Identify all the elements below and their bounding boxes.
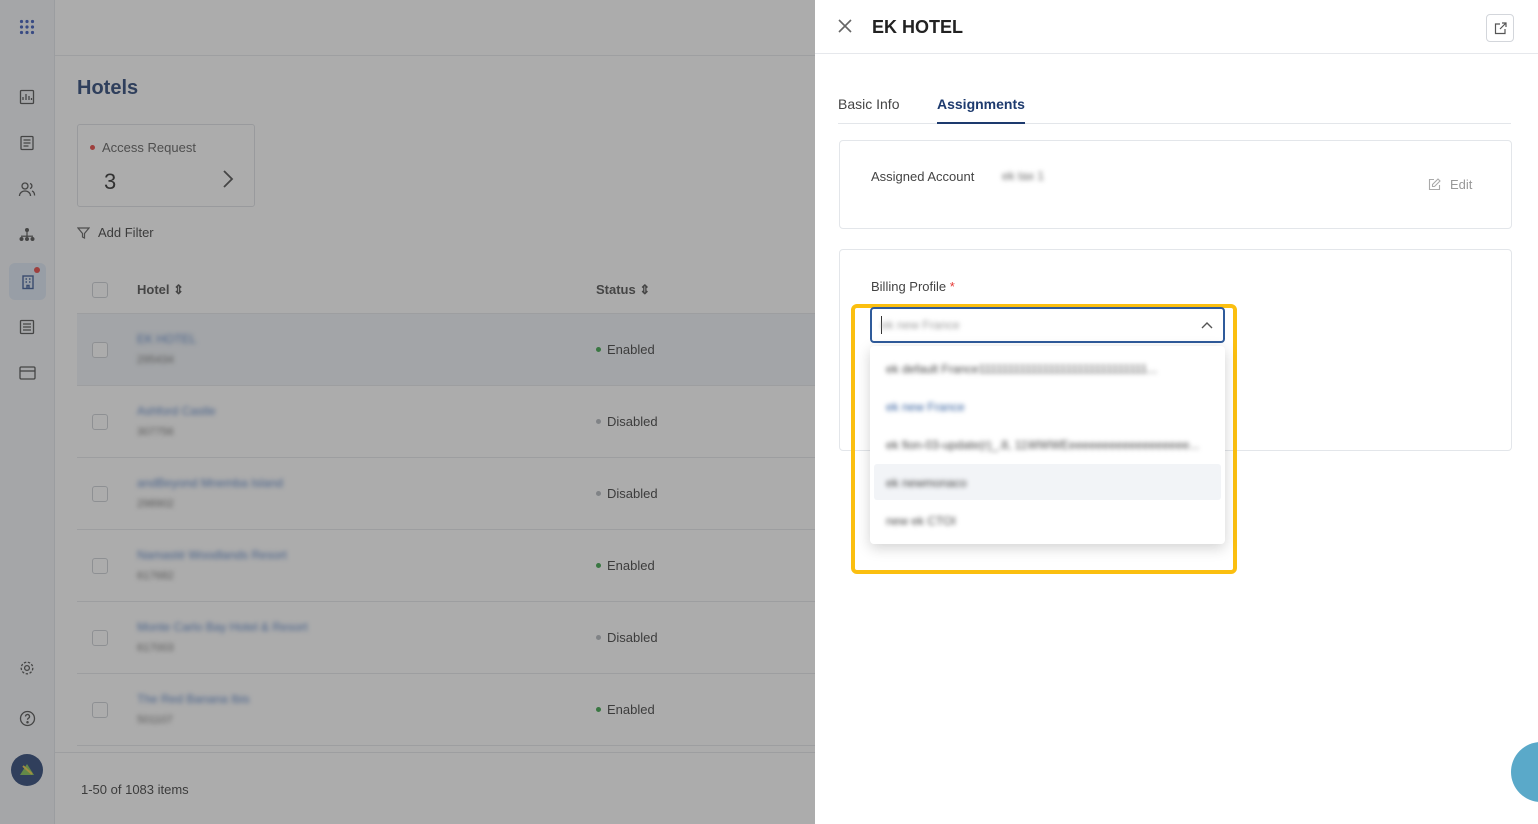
tab-basic-info[interactable]: Basic Info — [838, 96, 899, 122]
billing-profile-dropdown: ek default France11111111111111111111111… — [870, 346, 1225, 544]
billing-profile-select[interactable]: ek new France — [870, 307, 1225, 343]
dropdown-option[interactable]: ek default France11111111111111111111111… — [874, 350, 1221, 386]
modal-backdrop[interactable] — [0, 0, 815, 824]
chevron-up-icon[interactable] — [1200, 316, 1214, 339]
assigned-account-label: Assigned Account — [871, 169, 975, 184]
assigned-account-value: ek tax 1 — [1002, 169, 1045, 183]
select-placeholder: ek new France — [881, 318, 960, 332]
edit-button[interactable]: Edit — [1428, 177, 1472, 192]
assigned-account-card: Assigned Account ek tax 1 Edit — [839, 140, 1512, 229]
drawer-header: EK HOTEL — [815, 0, 1538, 54]
tab-assignments[interactable]: Assignments — [937, 96, 1025, 124]
dropdown-option[interactable]: new ek CTOI — [874, 502, 1221, 538]
close-icon[interactable] — [837, 16, 853, 38]
drawer-tabs: Basic Info Assignments — [838, 84, 1511, 124]
edit-icon — [1428, 178, 1441, 191]
dropdown-option[interactable]: ek fion-03-update(r)_.8, 11WWWEeeeeeeeee… — [874, 426, 1221, 462]
dropdown-option[interactable]: ek newmonaco — [874, 464, 1221, 500]
drawer-title: EK HOTEL — [872, 17, 964, 37]
billing-profile-label: Billing Profile * — [871, 279, 955, 294]
dropdown-option[interactable]: ek new France — [874, 388, 1221, 424]
edit-label: Edit — [1450, 177, 1473, 192]
open-external-icon[interactable] — [1486, 14, 1514, 42]
